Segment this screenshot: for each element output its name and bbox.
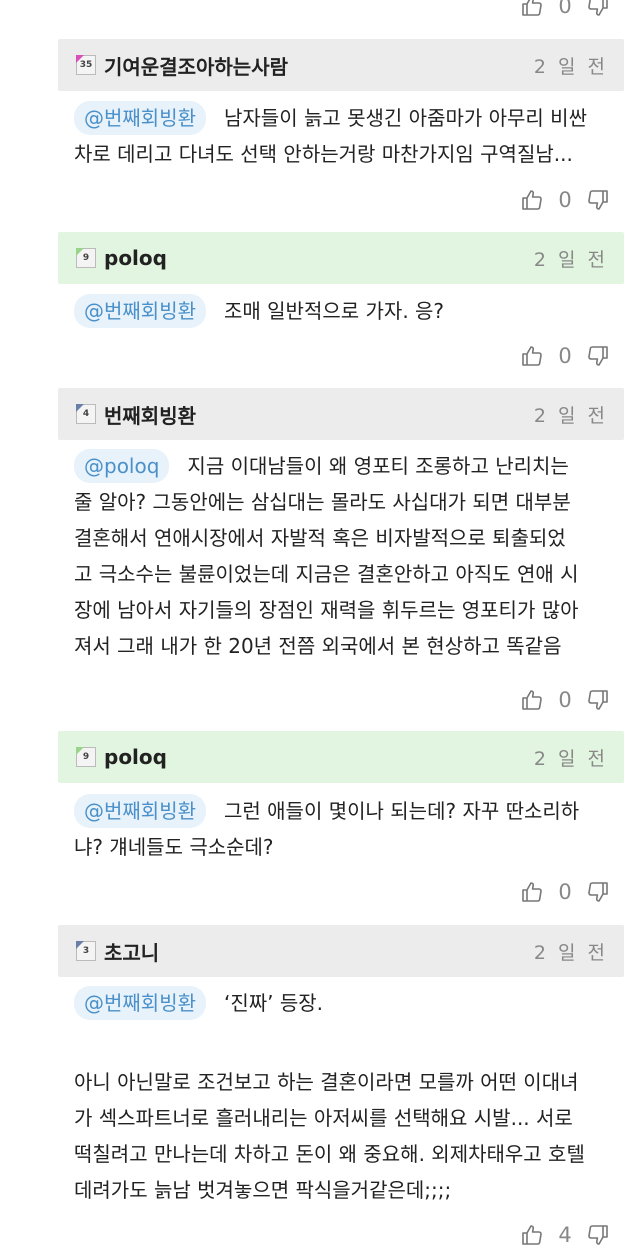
username[interactable]: 번째회빙환 xyxy=(104,400,196,429)
thumbs-up-icon[interactable] xyxy=(520,688,544,712)
thumbs-up-icon[interactable] xyxy=(520,0,544,18)
comment-text: 조매 일반적으로 가자. 응? xyxy=(224,299,445,323)
mention-tag[interactable]: @번째회빙환 xyxy=(74,986,206,1020)
level-badge-icon: 9 xyxy=(76,248,96,268)
comment-body: @poloq 지금 이대남들이 왜 영포티 조롱하고 난리치는 줄 알아? 그동안… xyxy=(74,448,630,664)
like-count: 4 xyxy=(558,1223,572,1247)
comment-header: 4 번째회빙환 2 일 전 xyxy=(58,388,624,440)
vote-row: 0 xyxy=(520,688,610,712)
vote-row: 0 xyxy=(520,344,610,368)
mention-tag[interactable]: @poloq xyxy=(74,449,170,483)
comment-text-2: 아니 아닌말로 조건보고 하는 결혼이라면 모를까 어떤 이대녀 가 섹스파트너… xyxy=(74,1070,585,1202)
comment-body: @번째회빙환 남자들이 늙고 못생긴 아줌마가 아무리 비싼 차로 데리고 다녀도… xyxy=(74,100,630,172)
thumbs-down-icon[interactable] xyxy=(586,0,610,18)
username[interactable]: 기여운결조아하는사람 xyxy=(104,51,288,80)
comment-text: 지금 이대남들이 왜 영포티 조롱하고 난리치는 줄 알아? 그동안에는 삼십대… xyxy=(74,454,579,658)
timestamp: 2 일 전 xyxy=(533,747,608,770)
level-badge-icon: 3 xyxy=(76,941,96,961)
like-count: 0 xyxy=(558,880,572,904)
timestamp: 2 일 전 xyxy=(533,248,608,271)
comment-body: @번째회빙환 조매 일반적으로 가자. 응? xyxy=(74,293,630,329)
like-count: 0 xyxy=(558,0,572,18)
like-count: 0 xyxy=(558,188,572,212)
timestamp: 2 일 전 xyxy=(533,941,608,964)
comment-header: 35 기여운결조아하는사람 2 일 전 xyxy=(58,39,624,91)
mention-tag[interactable]: @번째회빙환 xyxy=(74,101,206,135)
thumbs-up-icon[interactable] xyxy=(520,344,544,368)
vote-row: 4 xyxy=(520,1223,610,1247)
like-count: 0 xyxy=(558,344,572,368)
thumbs-up-icon[interactable] xyxy=(520,188,544,212)
thumbs-down-icon[interactable] xyxy=(586,188,610,212)
comment-body: @번째회빙환 그런 애들이 몇이나 되는데? 자꾸 딴소리하 냐? 걔네들도 극소… xyxy=(74,793,630,865)
thumbs-down-icon[interactable] xyxy=(586,344,610,368)
level-badge-icon: 35 xyxy=(76,55,96,75)
mention-tag[interactable]: @번째회빙환 xyxy=(74,294,206,328)
comment-header: 9 poloq 2 일 전 xyxy=(58,731,624,783)
timestamp: 2 일 전 xyxy=(533,55,608,78)
like-count: 0 xyxy=(558,688,572,712)
mention-tag[interactable]: @번째회빙환 xyxy=(74,794,206,828)
vote-row: 0 xyxy=(520,880,610,904)
username[interactable]: 초고니 xyxy=(104,937,159,966)
comment-header: 3 초고니 2 일 전 xyxy=(58,925,624,977)
comment-body-continued: 아니 아닌말로 조건보고 하는 결혼이라면 모를까 어떤 이대녀 가 섹스파트너… xyxy=(74,1064,630,1208)
thumbs-down-icon[interactable] xyxy=(586,688,610,712)
level-badge-icon: 9 xyxy=(76,747,96,767)
level-badge-icon: 4 xyxy=(76,404,96,424)
thumbs-up-icon[interactable] xyxy=(520,880,544,904)
username[interactable]: poloq xyxy=(104,246,167,270)
thumbs-down-icon[interactable] xyxy=(586,1223,610,1247)
comment-header: 9 poloq 2 일 전 xyxy=(58,232,624,284)
comment-text: ‘진짜’ 등장. xyxy=(224,991,324,1015)
comment-body: @번째회빙환 ‘진짜’ 등장. xyxy=(74,985,630,1021)
vote-row: 0 xyxy=(520,188,610,212)
username[interactable]: poloq xyxy=(104,745,167,769)
timestamp: 2 일 전 xyxy=(533,404,608,427)
thumbs-up-icon[interactable] xyxy=(520,1223,544,1247)
thumbs-down-icon[interactable] xyxy=(586,880,610,904)
vote-row-top: 0 xyxy=(520,0,610,18)
